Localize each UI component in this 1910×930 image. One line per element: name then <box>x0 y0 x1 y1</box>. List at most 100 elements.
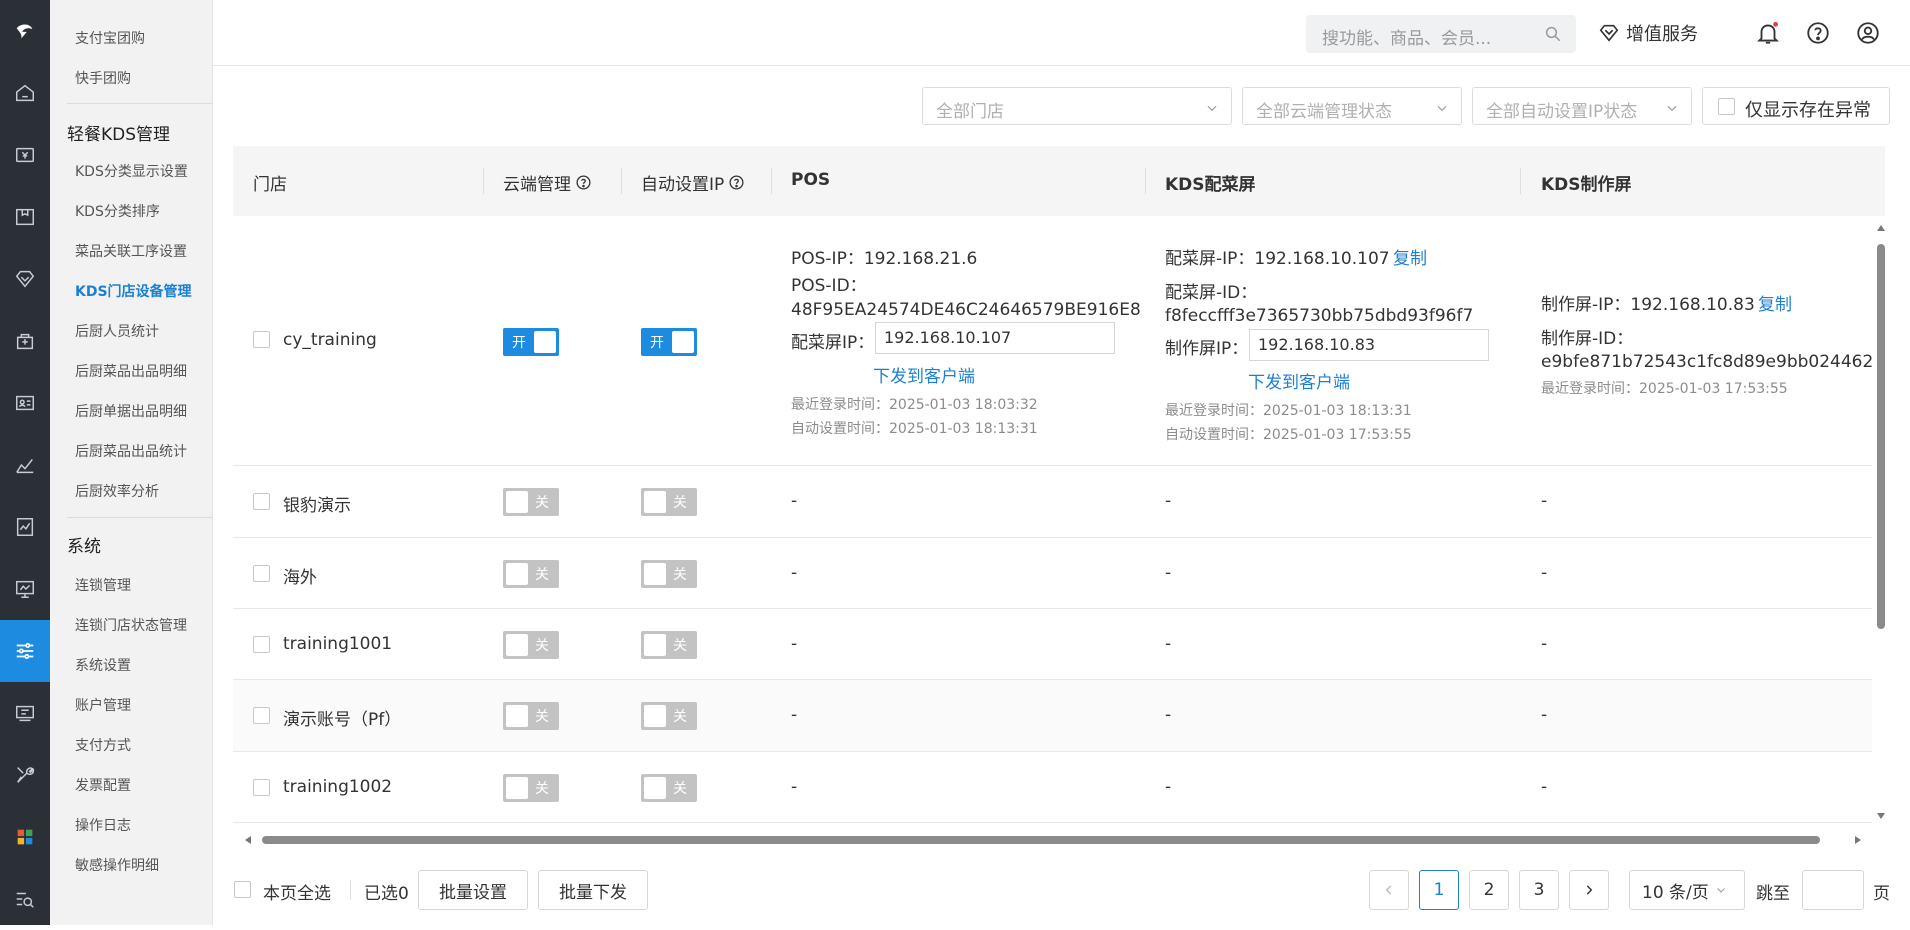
pos-last-login: 最近登录时间：2025-01-03 18:03:32 <box>791 397 1038 413</box>
report-icon[interactable] <box>0 496 50 558</box>
page-3-button[interactable]: 3 <box>1519 870 1559 910</box>
search-icon[interactable] <box>1544 25 1562 47</box>
row-checkbox[interactable] <box>253 636 270 653</box>
pos-dispatch-ip-input[interactable]: 192.168.10.107 <box>875 322 1115 354</box>
settings-sliders-icon[interactable] <box>0 620 50 682</box>
header-auto-ip-label: 自动设置IP <box>641 175 725 195</box>
batch-send-button[interactable]: 批量下发 <box>538 870 648 910</box>
help-icon[interactable] <box>1805 20 1831 50</box>
apps-grid-icon[interactable] <box>0 806 50 868</box>
vertical-scrollbar[interactable] <box>1873 222 1887 822</box>
auto-ip-toggle[interactable]: 关 <box>641 631 697 659</box>
copy-dispatch-ip-link[interactable]: 复制 <box>1393 244 1427 269</box>
cloud-toggle[interactable]: 关 <box>503 488 559 516</box>
cloud-status-filter-select[interactable]: 全部云端管理状态 <box>1242 87 1462 125</box>
marketing-icon[interactable] <box>0 310 50 372</box>
toggle-knob <box>534 331 556 353</box>
brand-logo-icon[interactable] <box>0 0 50 62</box>
jump-page-input[interactable] <box>1802 870 1864 910</box>
member-card-icon[interactable] <box>0 372 50 434</box>
row-checkbox[interactable] <box>253 779 270 796</box>
pos-send-link[interactable]: 下发到客户端 <box>873 362 975 387</box>
device-icon[interactable] <box>0 682 50 744</box>
value-service-button[interactable]: 增值服务 <box>1598 20 1698 46</box>
row-checkbox[interactable] <box>253 707 270 724</box>
only-abnormal-checkbox[interactable]: 仅显示存在异常 <box>1702 87 1890 125</box>
cloud-toggle[interactable]: 开 <box>503 328 559 356</box>
store-filter-select[interactable]: 全部门店 <box>922 87 1232 125</box>
submenu-item[interactable]: 敏感操作明细 <box>75 855 159 875</box>
submenu-item[interactable]: 后厨菜品出品统计 <box>75 441 187 461</box>
pos-value: - <box>791 563 798 583</box>
vertical-scroll-thumb[interactable] <box>1877 244 1885 629</box>
pos-value: - <box>791 491 798 511</box>
dispatch-make-ip-input[interactable]: 192.168.10.83 <box>1249 329 1489 361</box>
global-search[interactable]: 搜功能、商品、会员... <box>1306 15 1576 53</box>
batch-set-button[interactable]: 批量设置 <box>418 870 528 910</box>
submenu-item[interactable]: 后厨菜品出品明细 <box>75 361 187 381</box>
submenu-item[interactable]: KDS门店设备管理 <box>75 281 192 301</box>
submenu-item[interactable]: 支付方式 <box>75 735 131 755</box>
row-checkbox[interactable] <box>253 331 270 348</box>
submenu-item[interactable]: 支付宝团购 <box>75 28 145 48</box>
horizontal-scroll-thumb[interactable] <box>262 836 1820 844</box>
scroll-up-arrow-icon[interactable] <box>1875 222 1887 234</box>
dispatch-send-link[interactable]: 下发到客户端 <box>1248 368 1350 393</box>
auto-ip-toggle[interactable]: 关 <box>641 560 697 588</box>
store-name: 演示账号（Pf） <box>283 710 402 730</box>
cloud-toggle[interactable]: 关 <box>503 774 559 802</box>
submenu-item[interactable]: 系统设置 <box>75 655 131 675</box>
row-checkbox[interactable] <box>253 493 270 510</box>
cloud-toggle[interactable]: 关 <box>503 560 559 588</box>
submenu-item[interactable]: 快手团购 <box>75 68 131 88</box>
submenu-item[interactable]: 后厨人员统计 <box>75 321 159 341</box>
scroll-down-arrow-icon[interactable] <box>1875 810 1887 822</box>
analytics-icon[interactable] <box>0 434 50 496</box>
monitor-icon[interactable] <box>0 558 50 620</box>
page-1-button[interactable]: 1 <box>1419 870 1459 910</box>
page-size-select[interactable]: 10 条/页 <box>1629 870 1745 910</box>
auto-ip-toggle[interactable]: 关 <box>641 774 697 802</box>
auto-ip-toggle[interactable]: 关 <box>641 488 697 516</box>
home-icon[interactable] <box>0 62 50 124</box>
cloud-toggle[interactable]: 关 <box>503 631 559 659</box>
auto-ip-toggle[interactable]: 关 <box>641 702 697 730</box>
submenu-item[interactable]: 后厨单据出品明细 <box>75 401 187 421</box>
pos-value: - <box>791 705 798 725</box>
cashier-icon[interactable] <box>0 124 50 186</box>
submenu-item[interactable]: 操作日志 <box>75 815 131 835</box>
submenu-item[interactable]: 菜品关联工序设置 <box>75 241 187 261</box>
submenu-item[interactable]: 账户管理 <box>75 695 131 715</box>
auto-ip-status-filter-select[interactable]: 全部自动设置IP状态 <box>1472 87 1692 125</box>
store-filter-value: 全部门店 <box>936 102 1004 122</box>
submenu-item[interactable]: KDS分类排序 <box>75 201 160 221</box>
scroll-left-arrow-icon[interactable] <box>242 834 254 846</box>
select-page-checkbox[interactable] <box>234 881 251 898</box>
cloud-toggle[interactable]: 关 <box>503 702 559 730</box>
column-divider <box>1520 168 1521 194</box>
help-icon[interactable] <box>575 174 592 191</box>
prev-page-button[interactable] <box>1369 870 1409 910</box>
submenu-item[interactable]: 连锁管理 <box>75 575 131 595</box>
tools-icon[interactable] <box>0 744 50 806</box>
horizontal-scrollbar[interactable] <box>240 832 1870 848</box>
submenu-item[interactable]: 连锁门店状态管理 <box>75 615 187 635</box>
row-checkbox[interactable] <box>253 565 270 582</box>
submenu-item[interactable]: KDS分类显示设置 <box>75 161 188 181</box>
diamond-icon[interactable] <box>0 248 50 310</box>
bell-icon[interactable] <box>1755 20 1781 50</box>
diamond-icon <box>1599 24 1619 42</box>
package-icon[interactable] <box>0 186 50 248</box>
user-avatar-icon[interactable] <box>1855 20 1881 50</box>
search-menu-icon[interactable] <box>0 868 50 930</box>
next-page-button[interactable] <box>1569 870 1609 910</box>
auto-ip-toggle[interactable]: 开 <box>641 328 697 356</box>
help-icon[interactable] <box>728 174 745 191</box>
submenu-item[interactable]: 发票配置 <box>75 775 131 795</box>
column-divider <box>1145 168 1146 194</box>
submenu-item[interactable]: 后厨效率分析 <box>75 481 159 501</box>
copy-make-ip-link[interactable]: 复制 <box>1758 290 1792 315</box>
scroll-right-arrow-icon[interactable] <box>1852 834 1864 846</box>
page-2-button[interactable]: 2 <box>1469 870 1509 910</box>
make-id-label: 制作屏-ID： <box>1541 329 1634 349</box>
